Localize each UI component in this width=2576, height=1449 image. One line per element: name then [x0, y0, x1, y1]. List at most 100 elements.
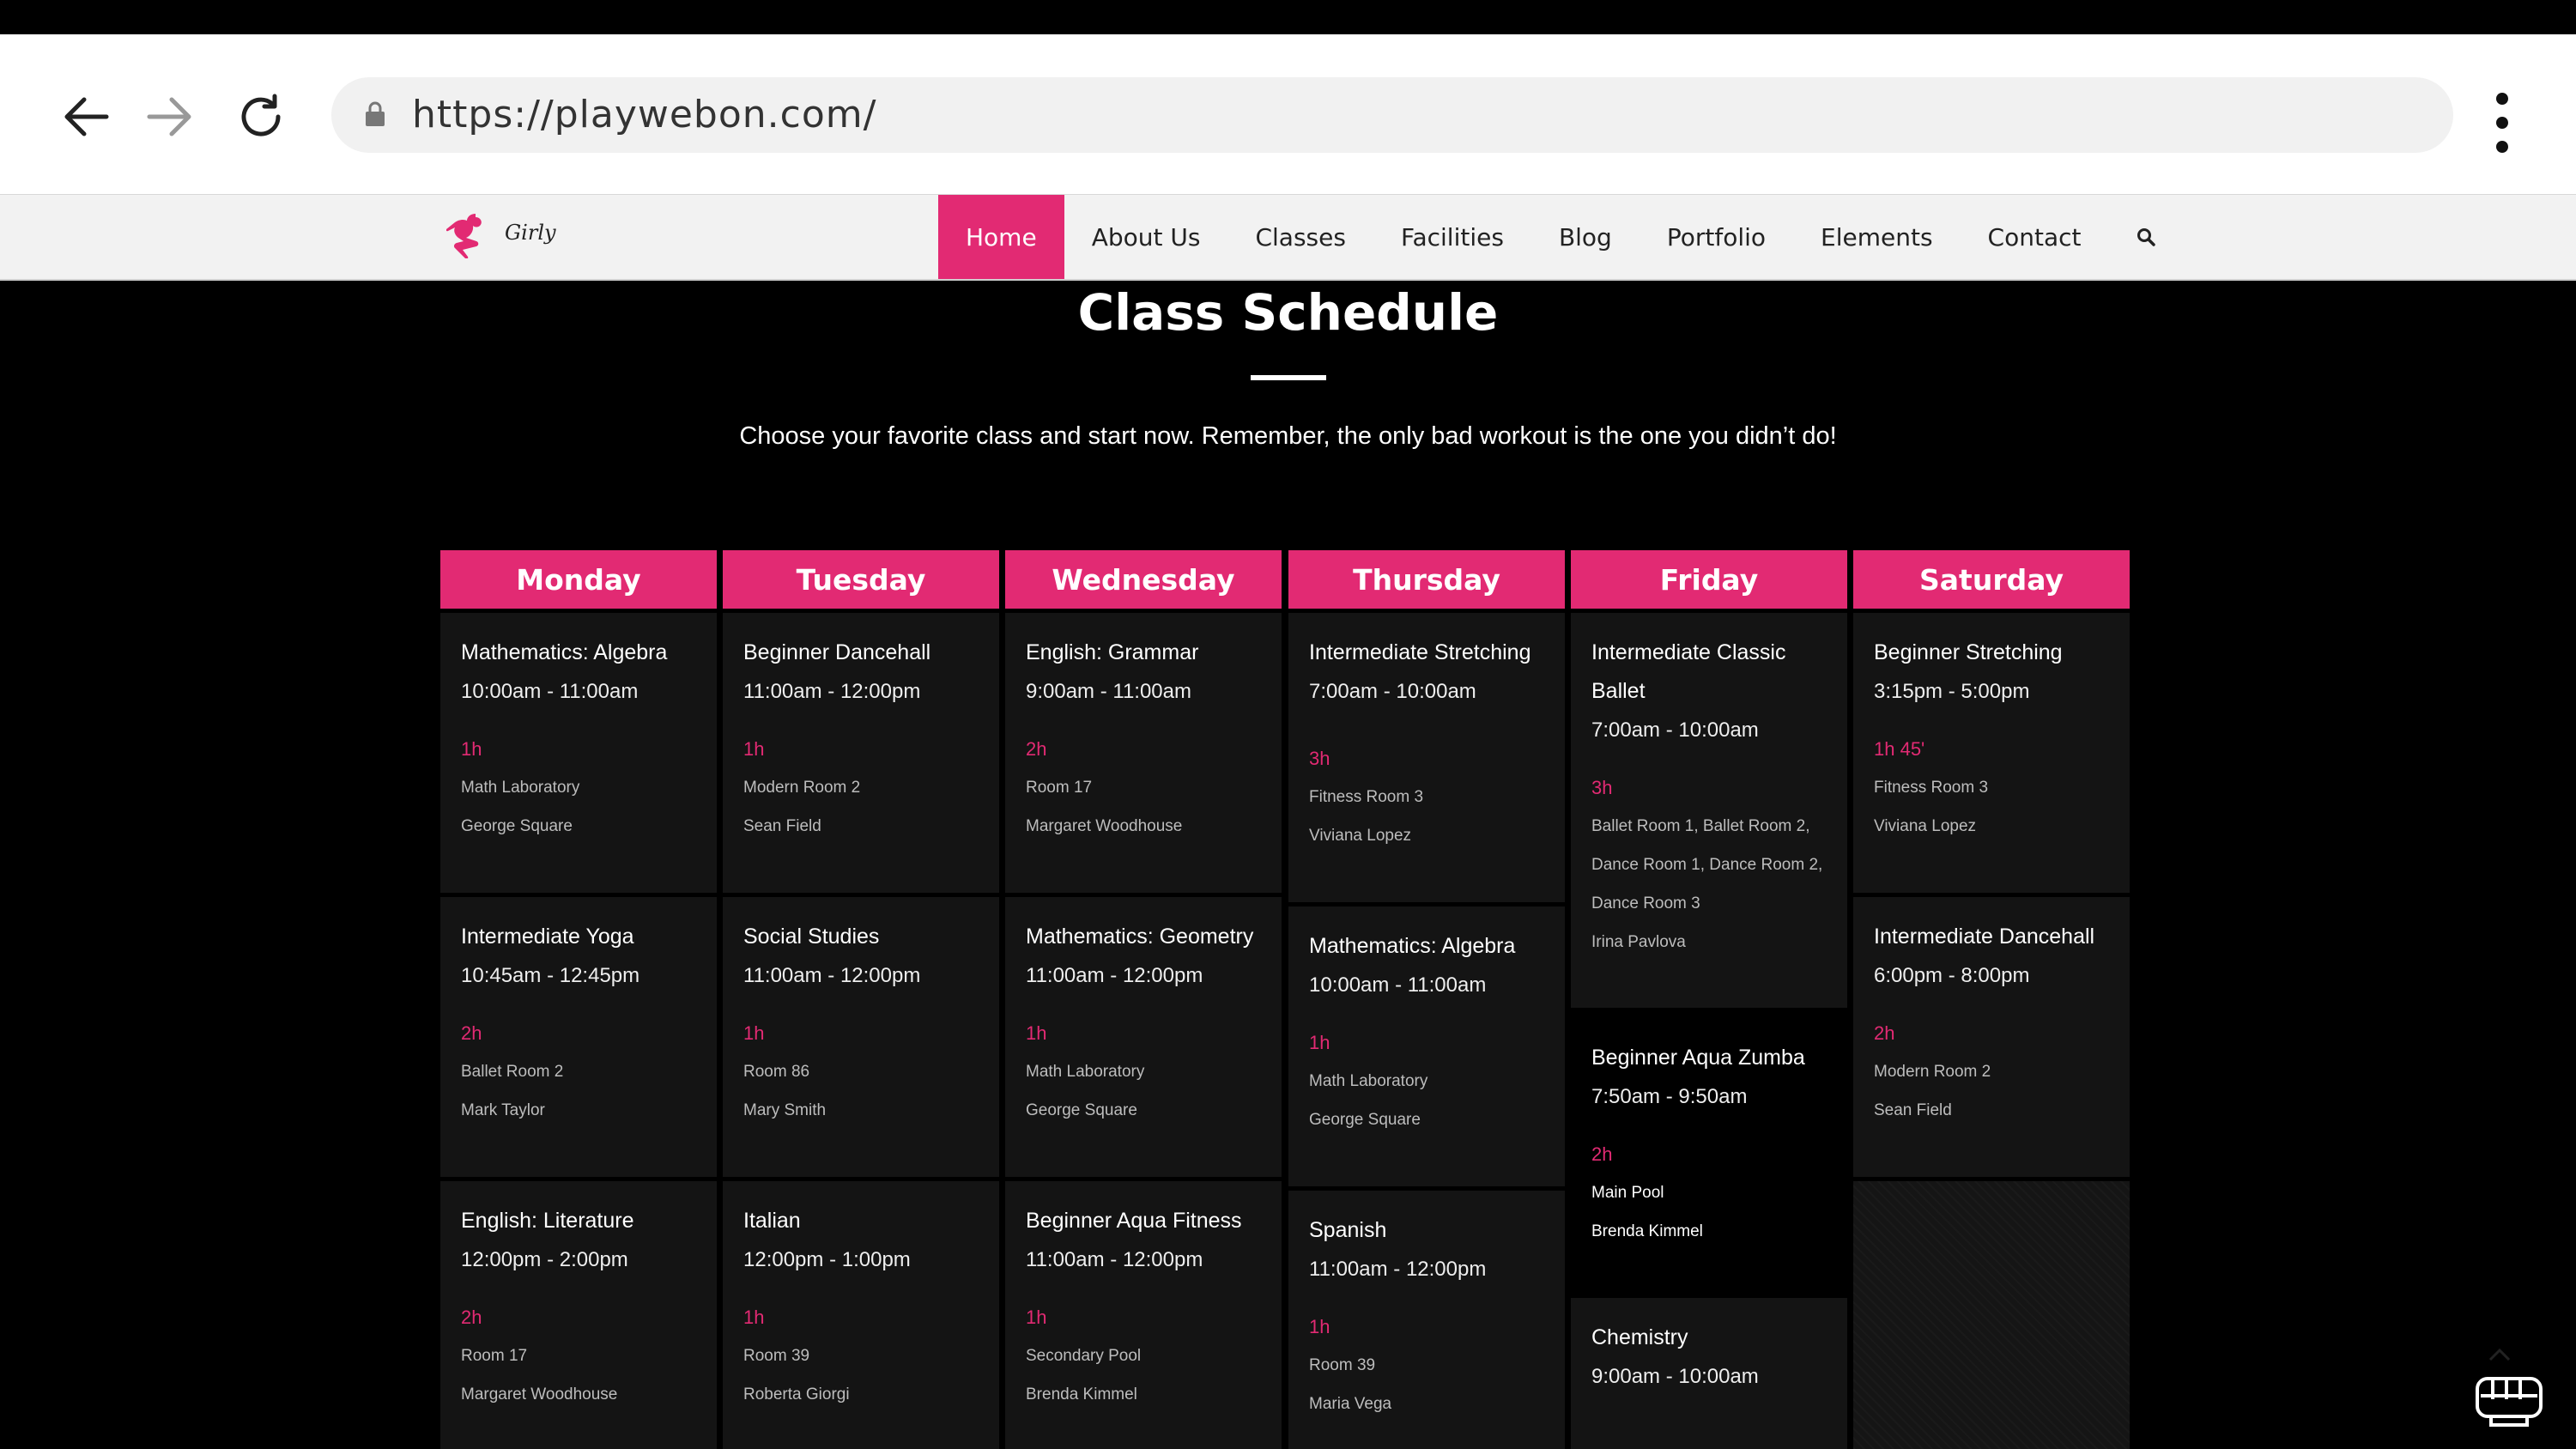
class-card[interactable]: Beginner Aqua Fitness 11:00am - 12:00pm …	[1005, 1181, 1282, 1449]
class-duration: 1h	[461, 738, 482, 760]
class-time: 9:00am - 11:00am	[1026, 680, 1191, 703]
class-room: Modern Room 2	[1874, 1063, 1991, 1081]
class-card[interactable]: Mathematics: Geometry 11:00am - 12:00pm …	[1005, 897, 1282, 1177]
class-name: Chemistry	[1591, 1325, 1688, 1349]
back-button[interactable]	[55, 86, 117, 148]
nav-classes[interactable]: Classes	[1227, 195, 1373, 279]
class-card[interactable]: Intermediate Yoga 10:45am - 12:45pm 2h B…	[440, 897, 717, 1177]
kebab-menu-icon	[2496, 93, 2508, 105]
class-teacher: Viviana Lopez	[1309, 827, 1412, 845]
class-duration: 2h	[1591, 1143, 1613, 1165]
site-logo[interactable]: Girly	[446, 210, 567, 262]
class-card[interactable]: Intermediate Classic Ballet 7:00am - 10:…	[1571, 613, 1847, 1008]
class-teacher: Roberta Giorgi	[743, 1385, 850, 1404]
class-room: Math Laboratory	[461, 779, 580, 797]
nav-elements[interactable]: Elements	[1793, 195, 1961, 279]
class-time: 11:00am - 12:00pm	[743, 680, 921, 703]
class-room: Main Pool	[1591, 1184, 1664, 1202]
reload-button[interactable]	[230, 86, 292, 148]
class-duration: 2h	[461, 1022, 482, 1044]
url-text: https://playwebon.com/	[412, 93, 877, 136]
class-time: 10:45am - 12:45pm	[461, 964, 640, 987]
day-header-wednesday: Wednesday	[1005, 550, 1282, 609]
nav-about-us[interactable]: About Us	[1064, 195, 1228, 279]
search-button[interactable]	[2108, 195, 2173, 279]
fist-icon[interactable]	[2472, 1367, 2546, 1428]
class-name: Intermediate Classic Ballet	[1591, 640, 1786, 703]
class-duration: 1h 45'	[1874, 738, 1925, 760]
day-header-saturday: Saturday	[1853, 550, 2130, 609]
main-menu: Home About Us Classes Facilities Blog Po…	[938, 195, 2173, 279]
nav-blog[interactable]: Blog	[1531, 195, 1640, 279]
class-card[interactable]: Intermediate Dancehall 6:00pm - 8:00pm 2…	[1853, 897, 2130, 1177]
class-card[interactable]: Beginner Stretching 3:15pm - 5:00pm 1h 4…	[1853, 613, 2130, 893]
class-name: Italian	[743, 1209, 801, 1233]
class-card[interactable]: Mathematics: Algebra 10:00am - 11:00am 1…	[1288, 906, 1565, 1186]
class-name: Beginner Stretching	[1874, 640, 2063, 664]
class-duration: 2h	[1874, 1022, 1895, 1044]
class-room: Room 17	[461, 1347, 528, 1365]
address-bar[interactable]: https://playwebon.com/	[331, 77, 2453, 153]
class-teacher: Brenda Kimmel	[1026, 1385, 1137, 1404]
nav-home[interactable]: Home	[938, 195, 1064, 279]
class-card[interactable]: Intermediate Stretching 7:00am - 10:00am…	[1288, 613, 1565, 902]
day-header-monday: Monday	[440, 550, 717, 609]
class-card[interactable]: English: Grammar 9:00am - 11:00am 2h Roo…	[1005, 613, 1282, 893]
class-teacher: Sean Field	[1874, 1101, 1952, 1119]
class-name: Beginner Dancehall	[743, 640, 931, 664]
class-time: 11:00am - 12:00pm	[743, 964, 921, 987]
class-room: Fitness Room 3	[1874, 779, 1989, 797]
class-time: 7:00am - 10:00am	[1591, 718, 1759, 742]
class-card[interactable]: Chemistry 9:00am - 10:00am	[1571, 1298, 1847, 1449]
class-duration: 1h	[1026, 1307, 1047, 1328]
browser-menu-button[interactable]	[2489, 93, 2515, 153]
class-duration: 1h	[743, 1307, 765, 1328]
nav-portfolio[interactable]: Portfolio	[1640, 195, 1793, 279]
class-room: Modern Room 2	[743, 779, 861, 797]
class-card[interactable]: Spanish 11:00am - 12:00pm 1h Room 39 Mar…	[1288, 1191, 1565, 1449]
class-duration: 2h	[1026, 738, 1047, 760]
nav-facilities[interactable]: Facilities	[1373, 195, 1531, 279]
class-teacher: Margaret Woodhouse	[1026, 817, 1183, 835]
class-card[interactable]: Mathematics: Algebra 10:00am - 11:00am 1…	[440, 613, 717, 893]
class-duration: 2h	[461, 1307, 482, 1328]
class-time: 6:00pm - 8:00pm	[1874, 964, 2030, 987]
day-header-tuesday: Tuesday	[723, 550, 999, 609]
class-teacher: George Square	[461, 817, 573, 835]
class-teacher: Maria Vega	[1309, 1395, 1392, 1413]
class-name: Intermediate Stretching	[1309, 640, 1531, 664]
class-card[interactable]: English: Literature 12:00pm - 2:00pm 2h …	[440, 1181, 717, 1449]
browser-toolbar: https://playwebon.com/	[0, 34, 2576, 194]
class-teacher: Sean Field	[743, 817, 821, 835]
class-duration: 1h	[743, 1022, 765, 1044]
forward-button[interactable]	[139, 86, 201, 148]
page-title: Class Schedule	[1077, 283, 1499, 342]
class-teacher: George Square	[1309, 1111, 1421, 1129]
class-room: Ballet Room 1, Ballet Room 2, Dance Room…	[1591, 817, 1823, 912]
class-name: Social Studies	[743, 925, 880, 949]
class-room: Fitness Room 3	[1309, 788, 1424, 806]
class-name: Beginner Aqua Fitness	[1026, 1209, 1242, 1233]
class-time: 12:00pm - 1:00pm	[743, 1248, 911, 1271]
class-duration: 3h	[1591, 777, 1613, 798]
class-name: Beginner Aqua Zumba	[1591, 1046, 1805, 1070]
class-teacher: Mark Taylor	[461, 1101, 545, 1119]
class-teacher: Viviana Lopez	[1874, 817, 1977, 835]
lock-icon	[366, 101, 385, 126]
class-time: 3:15pm - 5:00pm	[1874, 680, 2030, 703]
class-card-highlighted[interactable]: Beginner Aqua Zumba 7:50am - 9:50am 2h M…	[1571, 1018, 1847, 1289]
class-time: 7:50am - 9:50am	[1591, 1085, 1748, 1108]
class-card[interactable]: Social Studies 11:00am - 12:00pm 1h Room…	[723, 897, 999, 1177]
class-room: Math Laboratory	[1026, 1063, 1145, 1081]
title-divider	[1251, 375, 1326, 380]
class-name: Mathematics: Algebra	[1309, 934, 1516, 958]
chevron-up-icon[interactable]	[2488, 1346, 2512, 1363]
class-card[interactable]: Beginner Dancehall 11:00am - 12:00pm 1h …	[723, 613, 999, 893]
class-teacher: Brenda Kimmel	[1591, 1222, 1703, 1240]
nav-contact[interactable]: Contact	[1961, 195, 2109, 279]
class-card[interactable]: Italian 12:00pm - 1:00pm 1h Room 39 Robe…	[723, 1181, 999, 1449]
class-room: Ballet Room 2	[461, 1063, 564, 1081]
class-time: 11:00am - 12:00pm	[1309, 1258, 1487, 1281]
class-teacher: George Square	[1026, 1101, 1137, 1119]
search-icon	[2137, 228, 2156, 246]
